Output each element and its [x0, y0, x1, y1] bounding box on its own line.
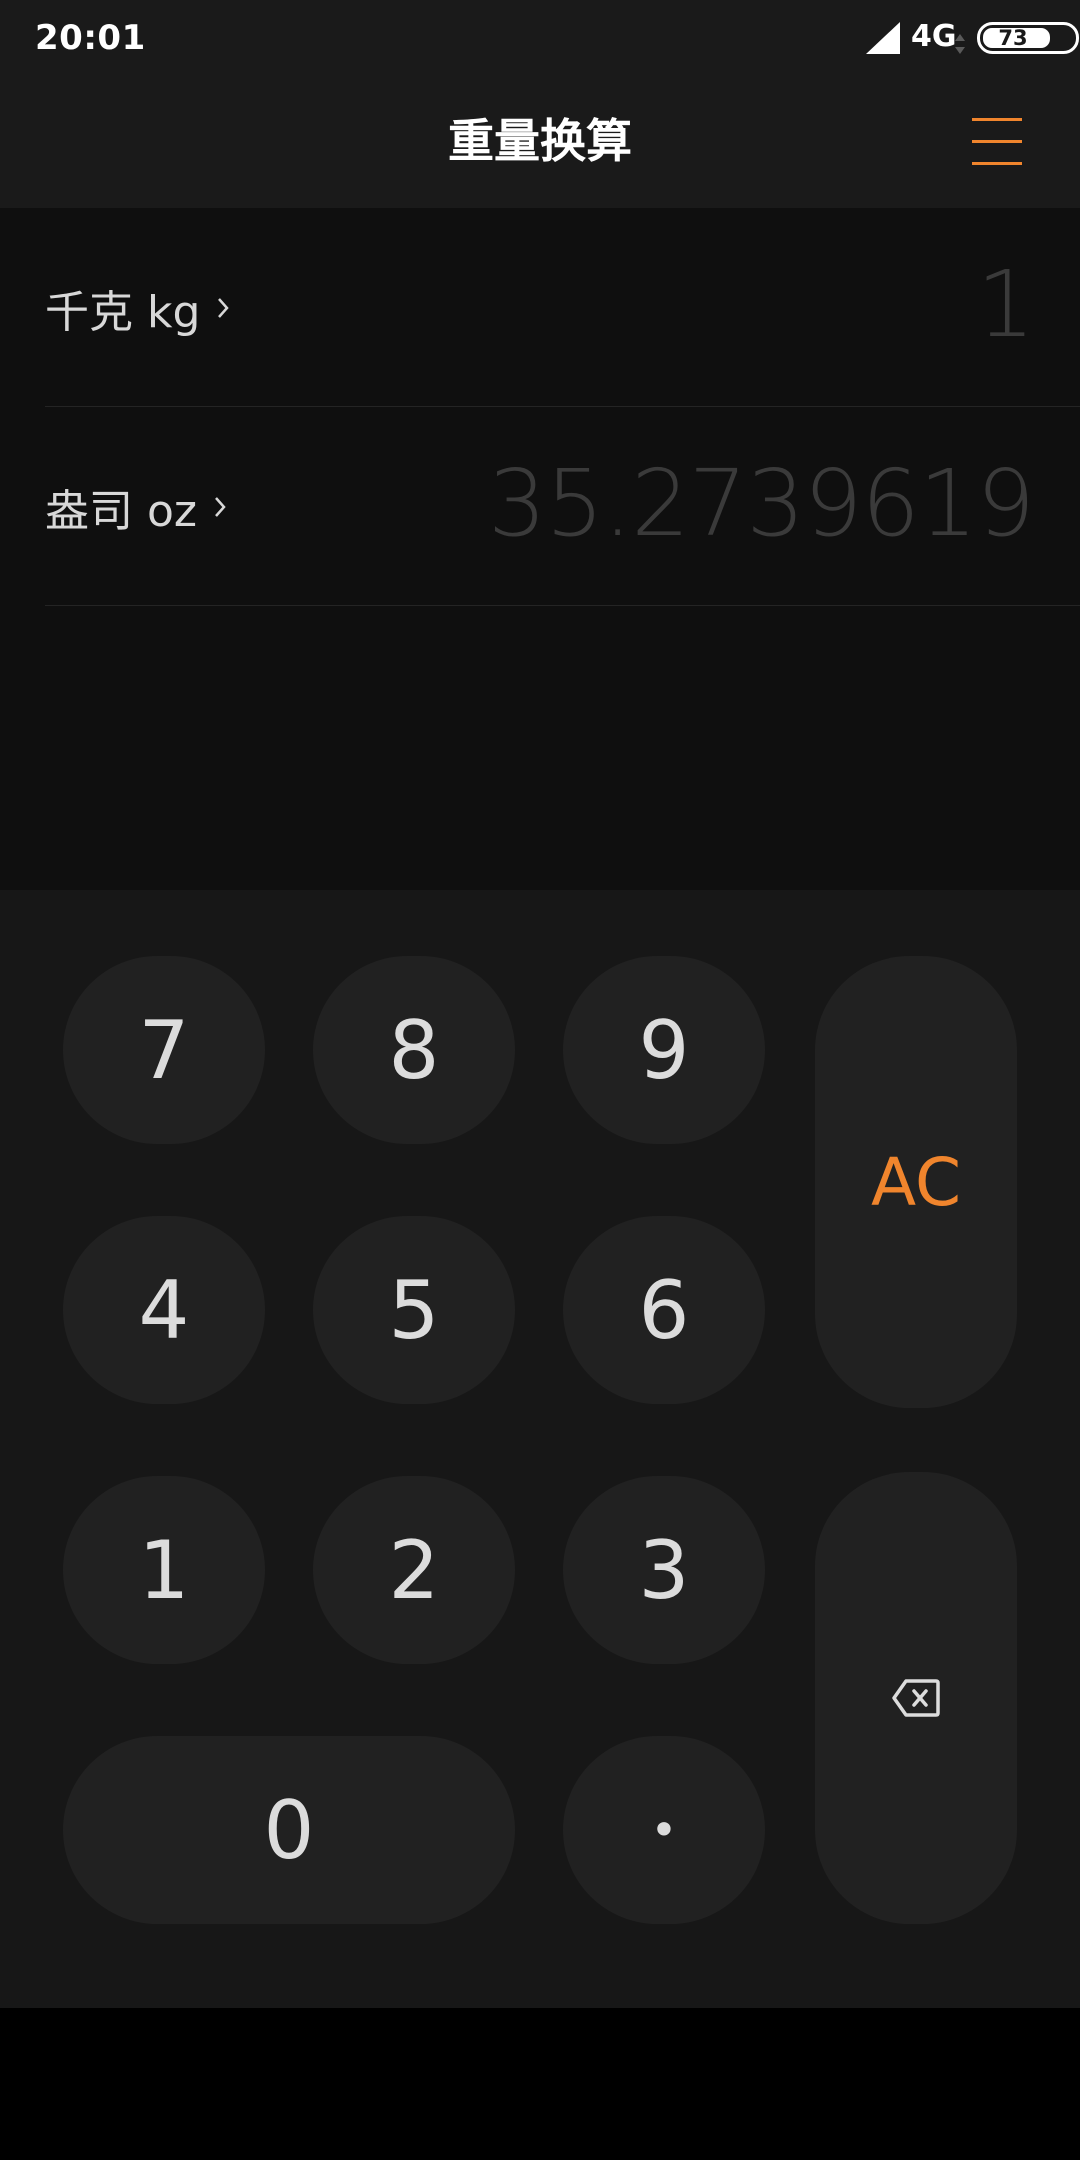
- screen: 20:01 4G 73 重量换算 千克 kg 1 盎司 oz 35.273961…: [0, 0, 1080, 2160]
- backspace-button[interactable]: [815, 1472, 1017, 1924]
- backspace-icon: [892, 1679, 940, 1717]
- unit-selector-kg[interactable]: 千克 kg: [45, 270, 230, 346]
- key-0[interactable]: 0: [63, 1736, 515, 1924]
- network-activity-icon: [955, 34, 965, 54]
- unit-label: 千克 kg: [45, 287, 201, 338]
- key-8[interactable]: 8: [313, 956, 515, 1144]
- signal-icon: [866, 22, 900, 54]
- key-9[interactable]: 9: [563, 956, 765, 1144]
- app-header: 重量换算: [0, 78, 1080, 208]
- conversion-row-kg: 千克 kg 1: [0, 208, 1080, 407]
- keypad: 7 8 9 4 5 6 1 2 3 0 • AC: [0, 890, 1080, 2008]
- key-decimal[interactable]: •: [563, 1736, 765, 1924]
- value-kg[interactable]: 1: [976, 251, 1035, 358]
- conversion-panel: 千克 kg 1 盎司 oz 35.2739619: [0, 208, 1080, 890]
- page-title: 重量换算: [448, 114, 632, 168]
- key-7[interactable]: 7: [63, 956, 265, 1144]
- row-divider: [45, 605, 1080, 606]
- status-time: 20:01: [35, 18, 146, 58]
- network-label: 4G: [911, 19, 957, 54]
- key-2[interactable]: 2: [313, 1476, 515, 1664]
- menu-button[interactable]: [966, 114, 1028, 170]
- unit-selector-oz[interactable]: 盎司 oz: [45, 469, 227, 545]
- key-4[interactable]: 4: [63, 1216, 265, 1404]
- value-oz[interactable]: 35.2739619: [488, 450, 1035, 557]
- chevron-right-icon: [215, 497, 226, 517]
- conversion-row-oz: 盎司 oz 35.2739619: [0, 407, 1080, 606]
- clear-button[interactable]: AC: [815, 956, 1017, 1408]
- chevron-right-icon: [218, 298, 230, 318]
- unit-label: 盎司 oz: [45, 486, 198, 537]
- navigation-bar-area: [0, 2008, 1080, 2160]
- key-3[interactable]: 3: [563, 1476, 765, 1664]
- status-bar: 20:01 4G 73: [0, 0, 1080, 78]
- battery-level: 73: [998, 26, 1028, 50]
- key-1[interactable]: 1: [63, 1476, 265, 1664]
- key-5[interactable]: 5: [313, 1216, 515, 1404]
- key-6[interactable]: 6: [563, 1216, 765, 1404]
